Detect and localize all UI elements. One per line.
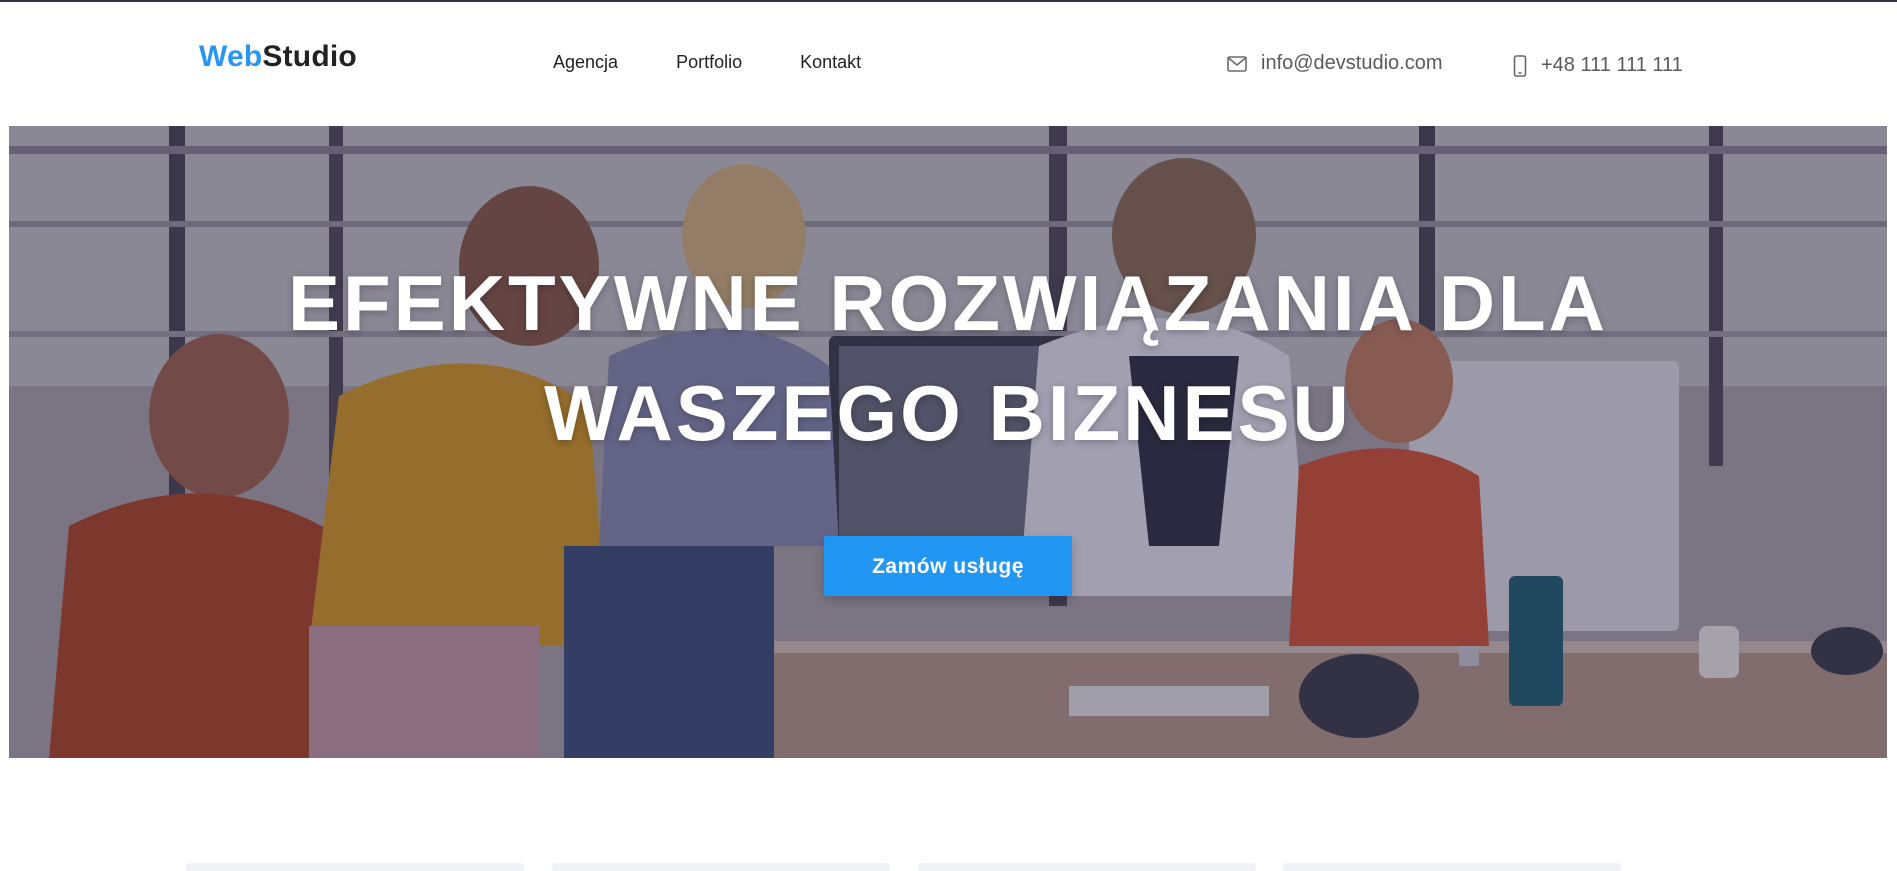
nav-item-kontakt[interactable]: Kontakt bbox=[800, 52, 861, 73]
hero-title: EFEKTYWNE ROZWIĄZANIA DLA WASZEGO BIZNES… bbox=[288, 259, 1608, 457]
nav-item-agencja[interactable]: Agencja bbox=[553, 52, 618, 73]
contact-phone-link[interactable]: +48 111 111 111 bbox=[1513, 54, 1683, 77]
logo-part-studio: Studio bbox=[262, 40, 357, 73]
service-card bbox=[1283, 863, 1621, 871]
contact-phone-text: +48 111 111 111 bbox=[1541, 54, 1683, 76]
site-header: WebStudio Agencja Portfolio Kontakt info… bbox=[0, 2, 1897, 126]
services-cards-peek bbox=[0, 863, 1897, 871]
order-service-button[interactable]: Zamów usługę bbox=[824, 536, 1072, 596]
contact-email-link[interactable]: info@devstudio.com bbox=[1227, 52, 1443, 75]
service-card bbox=[918, 863, 1256, 871]
logo-part-web: Web bbox=[199, 40, 263, 73]
envelope-icon bbox=[1227, 55, 1247, 72]
contact-email-text: info@devstudio.com bbox=[1261, 52, 1443, 74]
logo[interactable]: WebStudio bbox=[199, 40, 357, 74]
main-nav: Agencja Portfolio Kontakt bbox=[553, 52, 861, 73]
mobile-phone-icon bbox=[1513, 54, 1527, 77]
nav-item-portfolio[interactable]: Portfolio bbox=[676, 52, 742, 73]
hero-section: EFEKTYWNE ROZWIĄZANIA DLA WASZEGO BIZNES… bbox=[9, 126, 1887, 758]
hero-content: EFEKTYWNE ROZWIĄZANIA DLA WASZEGO BIZNES… bbox=[9, 248, 1887, 596]
service-card bbox=[186, 863, 524, 871]
service-card bbox=[552, 863, 890, 871]
